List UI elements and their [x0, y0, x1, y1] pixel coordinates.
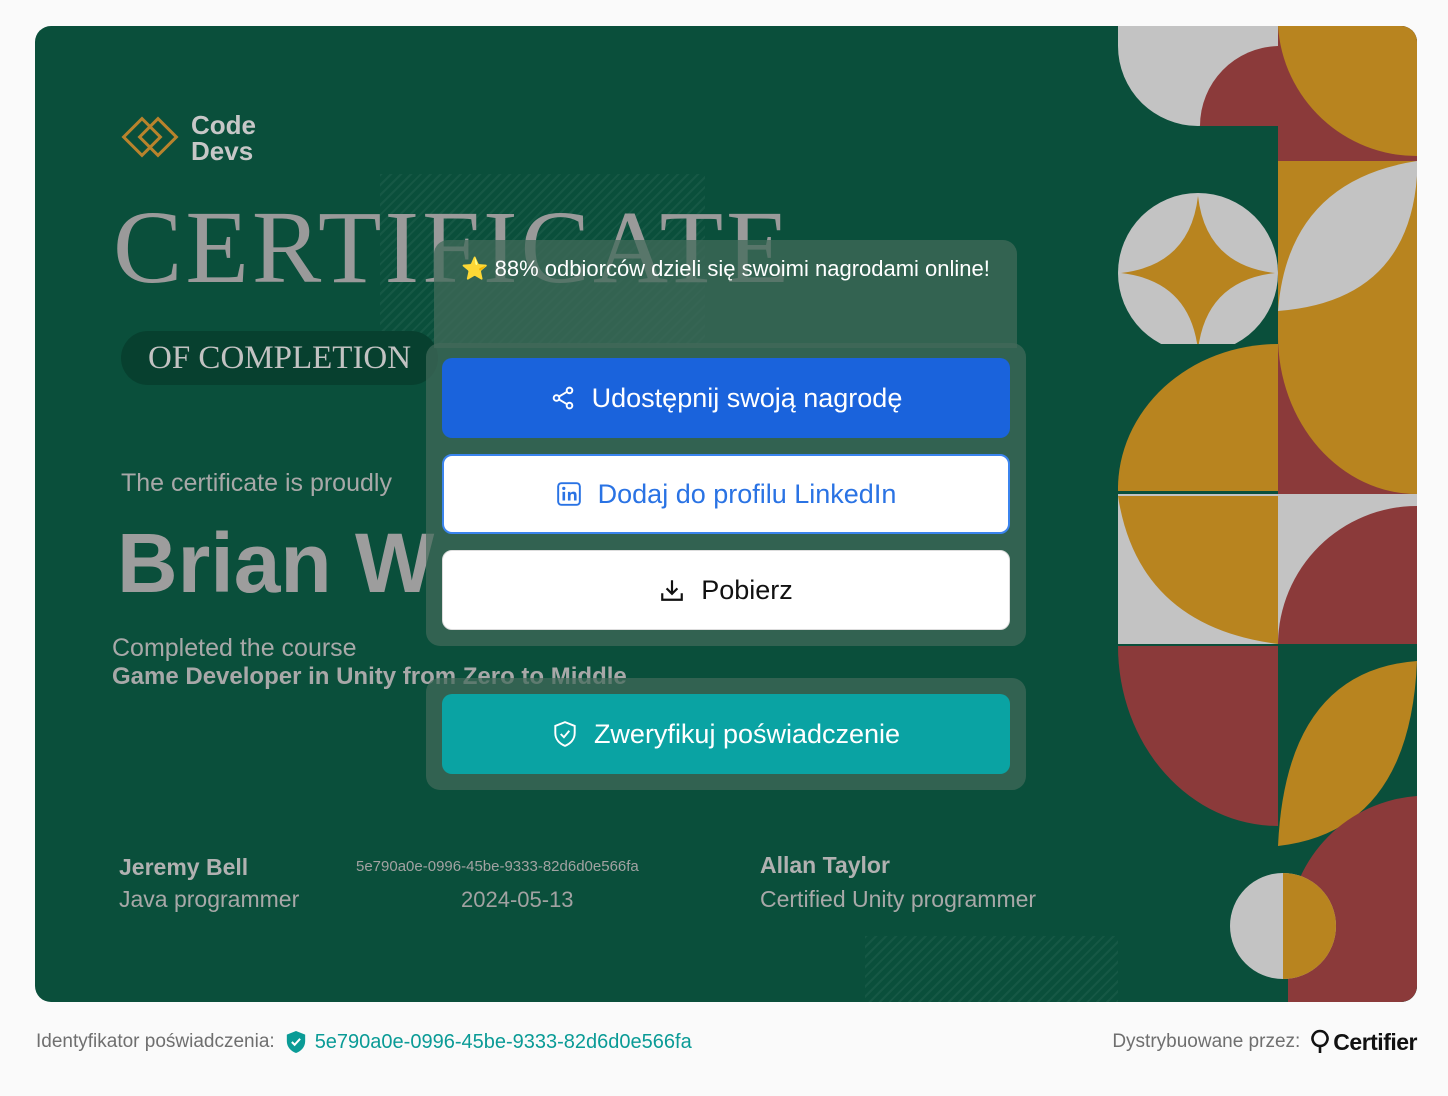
download-button[interactable]: Pobierz: [442, 550, 1010, 630]
actions-panel: Udostępnij swoją nagrodę Dodaj do profil…: [426, 343, 1026, 646]
issuer-name-line2: Devs: [191, 136, 254, 166]
add-to-linkedin-label: Dodaj do profilu LinkedIn: [597, 478, 897, 509]
verify-credential-label: Zweryfikuj poświadczenie: [593, 718, 901, 749]
signatory-left-name: Jeremy Bell: [119, 854, 249, 880]
distributed-by-label: Dystrybuowane przez:: [1112, 1031, 1301, 1052]
signatory-right-role: Certified Unity programmer: [760, 886, 1037, 912]
verify-credential-button[interactable]: Zweryfikuj poświadczenie: [442, 694, 1010, 774]
certifier-brand[interactable]: Certifier: [1333, 1029, 1417, 1056]
double-diamond-logo-icon: [121, 116, 179, 158]
shield-check-icon: [552, 720, 578, 748]
presented-text: The certificate is proudly: [121, 469, 392, 497]
course-prefix: Completed the course: [112, 634, 357, 662]
certificate-credential-id: 5e790a0e-0996-45be-9333-82d6d0e566fa: [356, 858, 639, 875]
issuer-name: Code Devs: [191, 112, 256, 164]
download-label: Pobierz: [701, 574, 793, 605]
share-award-label: Udostępnij swoją nagrodę: [591, 382, 903, 413]
share-stats-banner: ⭐ 88% odbiorców dzieli się swoimi nagrod…: [434, 240, 1017, 348]
download-icon: [659, 577, 685, 603]
distributor-footer: Dystrybuowane przez: Certifier: [1112, 1026, 1417, 1058]
certificate-subtitle: OF COMPLETION: [121, 331, 439, 385]
signatory-right-name: Allan Taylor: [760, 852, 890, 878]
share-icon: [550, 385, 576, 411]
share-award-button[interactable]: Udostępnij swoją nagrodę: [442, 358, 1010, 438]
linkedin-icon: [556, 481, 582, 507]
certificate-date: 2024-05-13: [461, 887, 574, 912]
star-icon: ⭐: [461, 256, 489, 281]
decorative-stripes: [865, 936, 1118, 1002]
signatory-left-role: Java programmer: [119, 886, 300, 912]
geometric-pattern: [1118, 26, 1417, 1002]
verify-panel: Zweryfikuj poświadczenie: [426, 678, 1026, 790]
issuer-name-line1: Code: [191, 110, 256, 140]
credential-id-label: Identyfikator poświadczenia:: [36, 1031, 275, 1052]
credential-id-value[interactable]: 5e790a0e-0996-45be-9333-82d6d0e566fa: [315, 1031, 692, 1054]
add-to-linkedin-button[interactable]: Dodaj do profilu LinkedIn: [442, 454, 1010, 534]
recipient-name: Brian W: [117, 516, 435, 610]
verified-shield-icon: [285, 1030, 307, 1054]
share-stats-text: 88% odbiorców dzieli się swoimi nagrodam…: [494, 256, 990, 281]
issuer-logo: Code Devs: [121, 112, 256, 164]
certifier-logo-icon: [1310, 1029, 1330, 1055]
credential-id-footer: Identyfikator poświadczenia: 5e790a0e-09…: [36, 1026, 692, 1058]
